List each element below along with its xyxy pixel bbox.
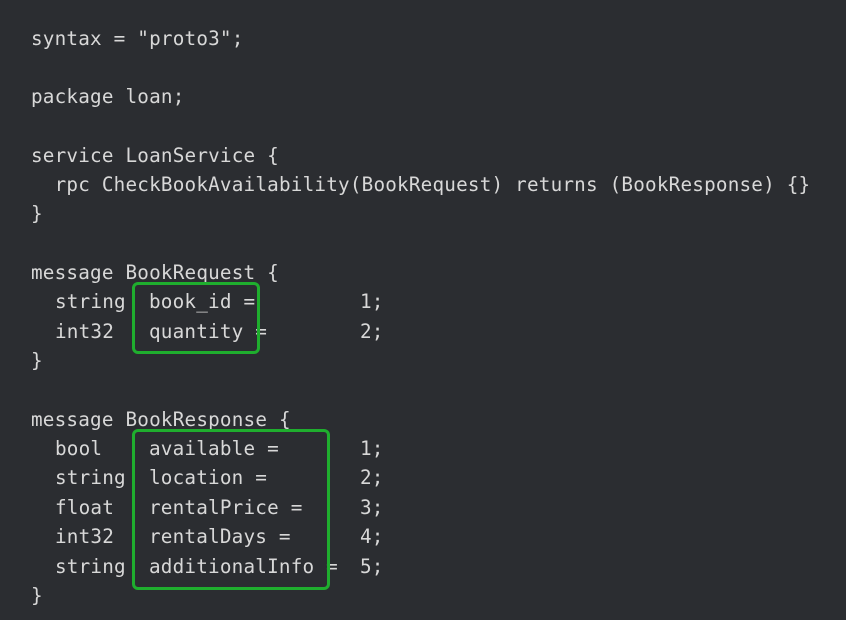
request-message-close: } — [31, 349, 43, 372]
response-message-close: } — [31, 584, 43, 607]
field-number: 3; — [360, 496, 384, 519]
service-open-line: service LoanService { — [31, 144, 279, 167]
syntax-line: syntax = "proto3"; — [31, 27, 244, 50]
rpc-line: rpc CheckBookAvailability(BookRequest) r… — [31, 173, 811, 196]
response-fields-highlight — [132, 429, 330, 590]
field-type: string — [55, 466, 126, 489]
field-type: int32 — [55, 525, 115, 548]
field-number: 4; — [360, 525, 384, 548]
service-close-line: } — [31, 202, 43, 225]
field-type: bool — [55, 437, 103, 460]
code-editor: syntax = "proto3"; package loan; service… — [0, 0, 846, 620]
field-type: float — [55, 496, 115, 519]
field-type: string — [55, 290, 126, 313]
field-number: 1; — [360, 437, 384, 460]
field-type: string — [55, 555, 126, 578]
field-number: 2; — [360, 466, 384, 489]
field-number: 5; — [360, 555, 384, 578]
field-number: 1; — [360, 290, 384, 313]
request-fields-highlight — [132, 282, 260, 354]
field-type: int32 — [55, 320, 115, 343]
package-line: package loan; — [31, 85, 185, 108]
field-number: 2; — [360, 320, 384, 343]
